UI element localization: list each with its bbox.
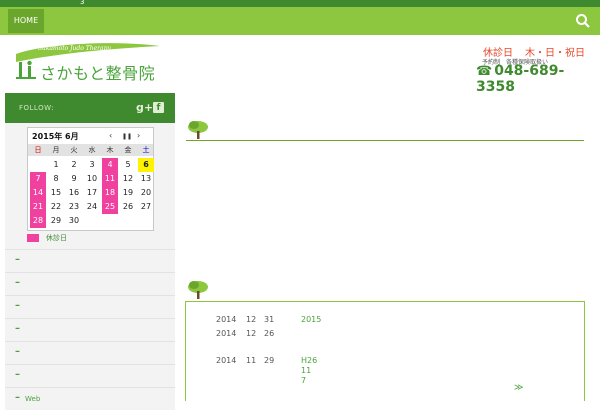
calendar-prev-button[interactable]: ‹: [109, 131, 112, 140]
calendar-day: 23: [68, 202, 80, 211]
weekday-wed: 水: [88, 146, 96, 154]
calendar-day-closed: 4: [102, 158, 118, 172]
calendar-day: 17: [86, 188, 98, 197]
calendar-day: 12: [122, 174, 134, 183]
search-icon[interactable]: [574, 12, 592, 30]
section-divider: [186, 140, 584, 141]
weekday-sat: 土: [142, 146, 150, 154]
tree-icon: [188, 121, 208, 139]
follow-bar: FOLLOW: g+ f: [5, 93, 175, 123]
weekday-fri: 金: [124, 146, 132, 154]
calendar-day: 29: [50, 216, 62, 225]
calendar-day: 5: [125, 160, 131, 169]
logo-mark-icon[interactable]: [16, 60, 38, 80]
calendar-day: 20: [140, 188, 152, 197]
calendar-day: [30, 158, 46, 172]
news-day: 26: [264, 329, 275, 338]
nav-home[interactable]: HOME: [8, 9, 44, 33]
calendar-day-closed: 28: [30, 214, 46, 228]
sidebar-menu-item-web[interactable]: – Web: [5, 387, 175, 410]
calendar-day: 3: [89, 160, 95, 169]
news-year: 2014: [216, 356, 237, 365]
sidebar-menu-item[interactable]: –: [5, 318, 175, 341]
calendar-title: 2015年 6月: [32, 132, 79, 141]
calendar-day: 13: [140, 174, 152, 183]
calendar-day: 16: [68, 188, 80, 197]
sidebar-menu-item[interactable]: –: [5, 341, 175, 364]
phone-number[interactable]: ☎ 048-689-3358: [476, 63, 600, 95]
sidebar-menu-item[interactable]: –: [5, 295, 175, 318]
menu-dash-icon: –: [15, 277, 20, 288]
calendar-next-button[interactable]: ›: [137, 131, 140, 140]
weekday-tue: 火: [70, 146, 78, 154]
news-day: 31: [264, 315, 275, 324]
menu-dash-icon: –: [15, 392, 20, 403]
calendar: 2015年 6月 ‹ ❚❚ › 日 月 火 水 木 金 土 1 2 3 4 5 …: [27, 127, 154, 231]
menu-dash-icon: –: [15, 254, 20, 265]
news-year: 2014: [216, 329, 237, 338]
calendar-weekday-header: 日 月 火 水 木 金 土: [28, 144, 153, 156]
calendar-day-closed: 21: [30, 200, 46, 214]
news-day: 29: [264, 356, 275, 365]
gplus-icon[interactable]: g+: [136, 101, 153, 114]
main-nav: HOME: [0, 7, 600, 35]
legend-swatch: [27, 234, 39, 242]
weekday-mon: 月: [52, 146, 60, 154]
calendar-day: 26: [122, 202, 134, 211]
menu-dash-icon: –: [15, 346, 20, 357]
calendar-day: 19: [122, 188, 134, 197]
calendar-day: 22: [50, 202, 62, 211]
sidebar-menu-item[interactable]: –: [5, 272, 175, 295]
news-year: 2014: [216, 315, 237, 324]
calendar-day: 9: [71, 174, 77, 183]
calendar-day: 27: [140, 202, 152, 211]
sidebar-menu-item[interactable]: –: [5, 249, 175, 272]
weekday-thu: 木: [106, 146, 114, 154]
calendar-day: 8: [53, 174, 59, 183]
menu-label: Web: [25, 395, 41, 403]
phone-icon: ☎: [476, 64, 493, 79]
news-title[interactable]: 2015: [301, 315, 321, 324]
calendar-pause-button[interactable]: ❚❚: [122, 133, 132, 140]
follow-label: FOLLOW:: [19, 104, 54, 112]
facebook-icon[interactable]: f: [153, 102, 164, 113]
calendar-day-closed: 11: [102, 172, 118, 186]
calendar-day: 30: [68, 216, 80, 225]
news-month: 11: [246, 356, 257, 365]
calendar-day-closed: 7: [30, 172, 46, 186]
calendar-day: 10: [86, 174, 98, 183]
calendar-day-today: 6: [138, 158, 154, 172]
calendar-day-closed: 18: [102, 186, 118, 200]
weekday-sun: 日: [34, 146, 42, 154]
calendar-day: 1: [53, 160, 59, 169]
calendar-day-closed: 25: [102, 200, 118, 214]
news-month: 12: [246, 329, 257, 338]
calendar-day: 24: [86, 202, 98, 211]
logo-japanese[interactable]: さかもと整骨院: [40, 60, 155, 84]
logo-english: Sakamoto Judo Therapy: [38, 45, 111, 52]
calendar-day-closed: 14: [30, 186, 46, 200]
menu-dash-icon: –: [15, 300, 20, 311]
more-link[interactable]: ≫: [514, 383, 523, 393]
news-month: 12: [246, 315, 257, 324]
top-strip: 3: [0, 0, 600, 7]
news-box: [185, 301, 585, 401]
calendar-day: 2: [71, 160, 77, 169]
sidebar-menu-item[interactable]: –: [5, 364, 175, 387]
legend-label: 休診日: [46, 234, 67, 242]
menu-dash-icon: –: [15, 369, 20, 380]
menu-dash-icon: –: [15, 323, 20, 334]
tree-icon: [188, 281, 208, 299]
news-title[interactable]: H26 11 7: [301, 356, 319, 385]
calendar-day: 15: [50, 188, 62, 197]
top-strip-text: 3: [80, 0, 85, 6]
